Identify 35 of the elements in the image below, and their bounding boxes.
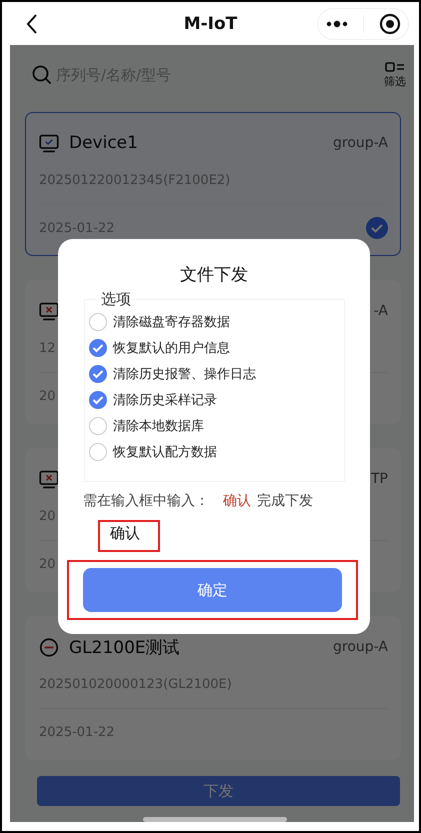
hint-keyword: 确认 <box>223 492 251 510</box>
option-checkbox[interactable]: 清除历史采样记录 <box>89 387 338 413</box>
checkbox-circle[interactable] <box>89 391 107 409</box>
device-group: -A <box>374 303 388 319</box>
search-icon <box>32 65 52 85</box>
checkbox-circle[interactable] <box>89 339 107 357</box>
minus-circle-icon <box>39 638 59 656</box>
filter-button[interactable]: 筛选 <box>384 62 406 88</box>
device-name: GL2100E测试 <box>69 636 180 658</box>
device-name: Device1 <box>69 133 138 153</box>
device-group: group-A <box>333 639 388 655</box>
checkbox-circle[interactable] <box>89 417 107 435</box>
hint-text: 需在输入框中输入： <box>83 492 209 510</box>
close-target-icon[interactable] <box>378 12 400 34</box>
hint-text: 完成下发 <box>257 492 313 510</box>
filter-icon <box>385 62 405 72</box>
option-checkbox[interactable]: 清除本地数据库 <box>89 413 338 439</box>
device-group: group-A <box>333 135 388 151</box>
back-icon[interactable] <box>26 14 38 34</box>
selected-check-icon <box>366 217 388 239</box>
confirm-input-field[interactable]: 确认 <box>98 520 160 552</box>
monitor-check-icon <box>39 134 59 152</box>
page-title: M-IoT <box>184 14 238 34</box>
checkbox-circle[interactable] <box>89 365 107 383</box>
dialog-title: 文件下发 <box>179 264 249 286</box>
option-checkbox[interactable]: 恢复默认配方数据 <box>89 439 338 465</box>
confirm-button[interactable]: 确定 <box>83 568 342 612</box>
checkbox-circle[interactable] <box>89 443 107 461</box>
checkbox-circle[interactable] <box>89 313 107 331</box>
options-legend: 选项 <box>99 290 133 309</box>
option-checkbox[interactable]: 清除磁盘寄存器数据 <box>89 309 338 335</box>
monitor-error-icon <box>39 470 59 488</box>
more-icon[interactable] <box>326 20 348 28</box>
monitor-error-icon <box>39 302 59 320</box>
device-group: TP <box>371 471 388 487</box>
